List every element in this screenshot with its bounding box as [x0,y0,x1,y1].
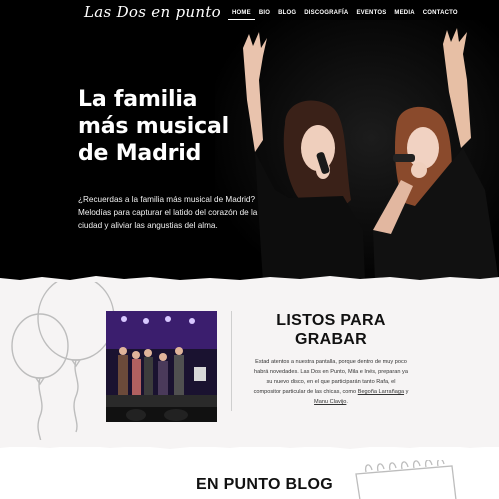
nav-item-blog[interactable]: BLOG [274,10,300,20]
hero-section: Las Dos en punto HOME BIO BLOG DISCOGRAF… [0,0,499,282]
nav-item-contacto[interactable]: CONTACTO [419,10,462,20]
feature-text-part: . [346,399,348,405]
feature-section: LISTOS PARA GRABAR Estad atentos a nuest… [0,282,499,447]
notepad-doodle [355,460,457,499]
nav-item-bio[interactable]: BIO [255,10,274,20]
nav-item-media[interactable]: MEDIA [390,10,418,20]
nav-item-eventos[interactable]: EVENTOS [352,10,390,20]
feature-description: Estad atentos a nuestra pantalla, porque… [253,357,409,407]
concert-photo [106,311,217,422]
nav-item-home[interactable]: HOME [228,10,255,20]
torn-edge-divider [0,440,499,449]
singers-photo [215,20,499,282]
hero-description: ¿Recuerdas a la familia más musical de M… [78,195,258,230]
site-logo[interactable]: Las Dos en punto [84,3,221,21]
blog-title: EN PUNTO BLOG [196,476,333,493]
torn-edge-divider [0,276,499,282]
blog-section: EN PUNTO BLOG [0,452,499,499]
hero-title-line: más musical [78,114,229,139]
main-nav: HOME BIO BLOG DISCOGRAFÍA EVENTOS MEDIA … [228,10,462,20]
nav-item-discografia[interactable]: DISCOGRAFÍA [300,10,352,20]
hero-title-line: de Madrid [78,141,202,166]
hero-title-line: La familia [78,87,198,112]
vertical-divider [231,311,232,411]
link-manu-clavijo[interactable]: Manu Clavijo [314,399,346,405]
feature-title-line: GRABAR [294,331,368,348]
hero-title: La familia más musical de Madrid [78,86,229,167]
feature-title: LISTOS PARA GRABAR [256,311,406,349]
feature-text-part: y [404,389,409,395]
feature-title-line: LISTOS PARA [276,312,386,329]
link-begona-larranaga[interactable]: Begoña Larrañaga [358,389,404,395]
